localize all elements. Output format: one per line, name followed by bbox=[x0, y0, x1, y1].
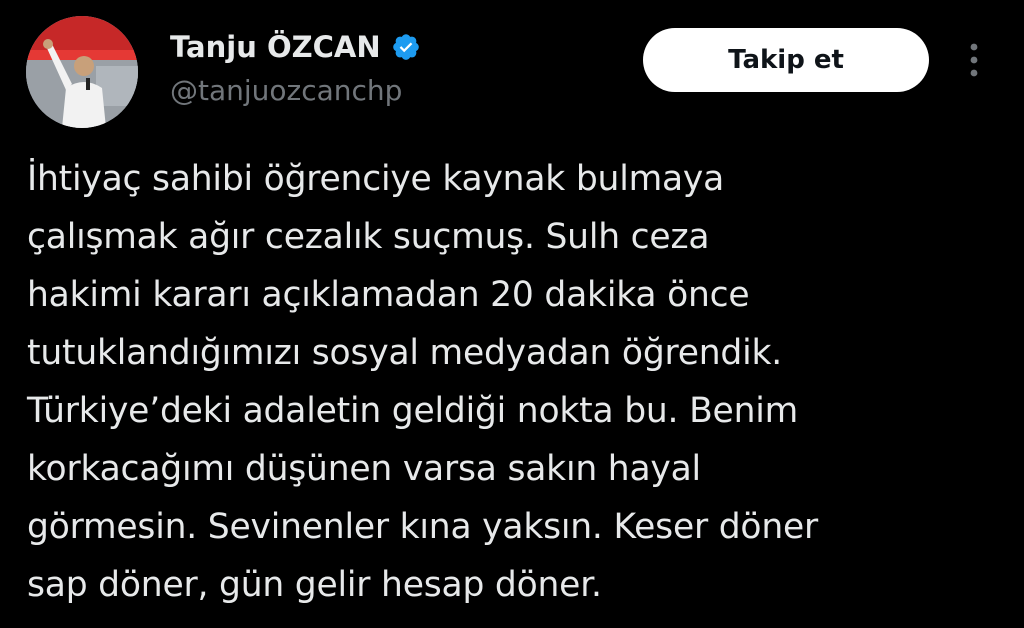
tweet-card: Tanju ÖZCAN @tanjuozcanchp Takip et İhti… bbox=[0, 0, 1024, 628]
tweet-text: İhtiyaç sahibi öğrenciye kaynak bulmaya … bbox=[27, 159, 819, 605]
follow-button[interactable]: Takip et bbox=[643, 28, 929, 92]
more-options-icon[interactable] bbox=[958, 38, 990, 82]
avatar[interactable] bbox=[26, 16, 138, 128]
avatar-photo bbox=[26, 16, 138, 128]
display-name[interactable]: Tanju ÖZCAN bbox=[170, 30, 381, 64]
verified-badge-icon[interactable] bbox=[391, 32, 421, 62]
author-info: Tanju ÖZCAN @tanjuozcanchp bbox=[170, 26, 421, 107]
author-handle[interactable]: @tanjuozcanchp bbox=[170, 74, 421, 107]
author-name-row: Tanju ÖZCAN bbox=[170, 26, 421, 68]
